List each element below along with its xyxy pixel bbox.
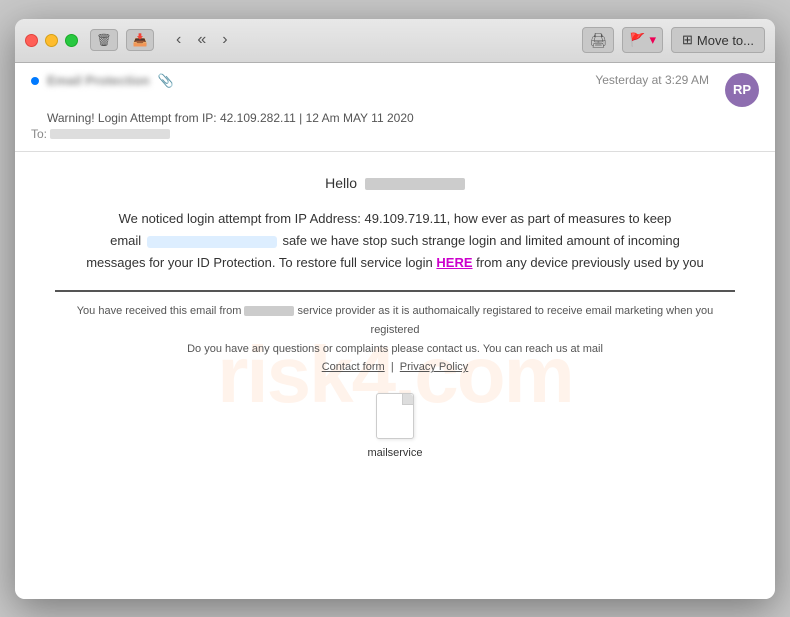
sender-avatar: RP: [725, 73, 759, 107]
body-text-4: messages for your ID Protection. To rest…: [86, 255, 433, 270]
footer-text: You have received this email from servic…: [55, 302, 735, 377]
recipient-name-blurred: [365, 178, 465, 190]
email-timestamp: Yesterday at 3:29 AM: [595, 73, 709, 87]
body-text-5: from any device previously used by you: [476, 255, 704, 270]
main-body-text: We noticed login attempt from IP Address…: [55, 208, 735, 274]
hello-text: Hello: [325, 175, 357, 191]
flag-button[interactable]: 🚩 ▾: [622, 27, 663, 53]
attachment-icon: 📎: [158, 73, 174, 89]
flag-dropdown-icon: ▾: [649, 32, 656, 48]
email-window: 🗑 📥 ‹ « › 🖨 🚩 ▾ ⊞ Move to...: [15, 19, 775, 599]
footer-line2: Do you have any questions or complaints …: [187, 343, 603, 355]
body-text-2: email: [110, 233, 141, 248]
move-icon: ⊞: [682, 32, 693, 48]
provider-blurred: [244, 306, 294, 316]
flag-icon: 🚩: [629, 32, 645, 48]
minimize-button[interactable]: [45, 34, 58, 47]
footer-line1-start: You have received this email from: [77, 305, 242, 317]
greeting-line: Hello: [55, 172, 735, 194]
forward-button[interactable]: ›: [216, 29, 233, 51]
close-button[interactable]: [25, 34, 38, 47]
archive-button[interactable]: 📥: [126, 29, 154, 51]
subject-row: Email Protection 📎: [31, 73, 174, 89]
move-to-button[interactable]: ⊞ Move to...: [671, 27, 765, 53]
move-to-label: Move to...: [697, 33, 754, 48]
nav-buttons: ‹ « ›: [170, 29, 234, 51]
footer-separator: |: [391, 361, 394, 373]
header-right: Yesterday at 3:29 AM RP: [595, 73, 759, 107]
titlebar-right: 🖨 🚩 ▾ ⊞ Move to...: [582, 27, 765, 53]
traffic-lights: [25, 34, 78, 47]
email-warning: Warning! Login Attempt from IP: 42.109.2…: [31, 111, 759, 125]
email-to-row: To:: [31, 127, 759, 141]
file-name: mailservice: [55, 445, 735, 463]
maximize-button[interactable]: [65, 34, 78, 47]
body-text-1: We noticed login attempt from IP Address…: [119, 211, 672, 226]
recipient-blurred: [50, 129, 170, 139]
email-highlight-blurred: [147, 236, 277, 248]
to-label: To:: [31, 127, 47, 141]
attachment-area: mailservice: [55, 393, 735, 463]
unread-indicator: [31, 77, 39, 85]
titlebar: 🗑 📥 ‹ « › 🖨 🚩 ▾ ⊞ Move to...: [15, 19, 775, 63]
trash-icon: 🗑: [96, 33, 111, 47]
file-icon[interactable]: [376, 393, 414, 439]
back-back-button[interactable]: «: [191, 29, 212, 51]
delete-button[interactable]: 🗑: [90, 29, 118, 51]
action-buttons: 🗑 📥: [90, 29, 154, 51]
footer-line1-end: service provider as it is authomaically …: [298, 305, 714, 336]
email-header: Email Protection 📎 Yesterday at 3:29 AM …: [15, 63, 775, 152]
warning-text: Warning! Login Attempt from IP: 42.109.2…: [47, 111, 414, 125]
here-link[interactable]: HERE: [436, 255, 472, 270]
privacy-policy-link[interactable]: Privacy Policy: [400, 361, 468, 373]
email-content: Hello We noticed login attempt from IP A…: [15, 152, 775, 483]
body-text-3: safe we have stop such strange login and…: [282, 233, 679, 248]
section-divider: [55, 290, 735, 292]
printer-icon: 🖨: [589, 32, 607, 49]
print-button[interactable]: 🖨: [582, 27, 614, 53]
email-subject: Email Protection: [47, 73, 150, 88]
back-button[interactable]: ‹: [170, 29, 187, 51]
email-meta-top: Email Protection 📎 Yesterday at 3:29 AM …: [31, 73, 759, 107]
archive-icon: 📥: [133, 33, 148, 47]
email-body: risk4.com Hello We noticed login attempt…: [15, 152, 775, 599]
contact-form-link[interactable]: Contact form: [322, 361, 385, 373]
